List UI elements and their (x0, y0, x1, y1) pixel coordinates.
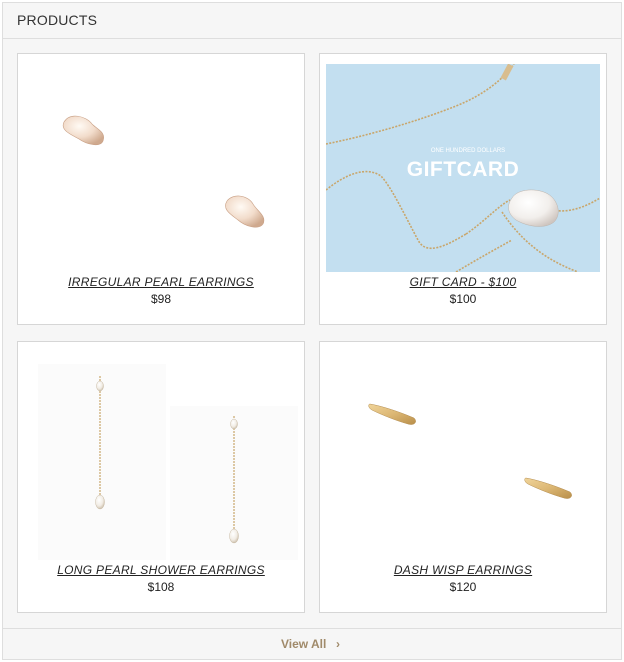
product-price: $100 (449, 292, 477, 306)
product-price: $98 (150, 292, 172, 306)
pearl-earring-shape (62, 115, 104, 146)
dash-earring-shape (524, 477, 572, 499)
panel-footer: View All › (3, 628, 621, 659)
product-image-dash-wisp-earrings[interactable] (326, 352, 600, 560)
dash-earring-shape (368, 403, 416, 425)
product-name-link[interactable]: DASH WISP EARRINGS (320, 563, 606, 577)
product-image-irregular-pearl-earrings[interactable] (24, 64, 298, 272)
product-price: $108 (147, 580, 175, 594)
gift-card-big-text: GIFTCARD (407, 158, 520, 181)
product-price: $120 (449, 580, 477, 594)
panel-title: PRODUCTS (17, 12, 98, 28)
product-name-link[interactable]: IRREGULAR PEARL EARRINGS (18, 275, 304, 289)
product-card-dash-wisp-earrings[interactable]: DASH WISP EARRINGS $120 (319, 341, 607, 613)
view-all-link[interactable]: View All (281, 637, 326, 651)
product-card-irregular-pearl-earrings[interactable]: IRREGULAR PEARL EARRINGS $98 (17, 53, 305, 325)
product-image-long-pearl-shower-earrings[interactable] (24, 352, 298, 560)
product-name-link[interactable]: LONG PEARL SHOWER EARRINGS (18, 563, 304, 577)
chevron-right-icon[interactable]: › (336, 637, 340, 651)
product-card-long-pearl-shower-earrings[interactable]: LONG PEARL SHOWER EARRINGS $108 (17, 341, 305, 613)
product-image-gift-card[interactable]: ONE HUNDRED DOLLARS GIFTCARD (326, 64, 600, 272)
pearl-earring-shape (225, 195, 265, 228)
products-panel: PRODUCTS IRREGULAR PEARL EARRINGS $98 ON… (2, 2, 622, 660)
product-grid: IRREGULAR PEARL EARRINGS $98 ONE HUNDRED… (3, 40, 621, 629)
product-name-link[interactable]: GIFT CARD - $100 (320, 275, 606, 289)
gift-card-small-text: ONE HUNDRED DOLLARS (431, 148, 505, 154)
panel-header: PRODUCTS (3, 3, 621, 39)
product-card-gift-card[interactable]: ONE HUNDRED DOLLARS GIFTCARD GIFT CARD -… (319, 53, 607, 325)
